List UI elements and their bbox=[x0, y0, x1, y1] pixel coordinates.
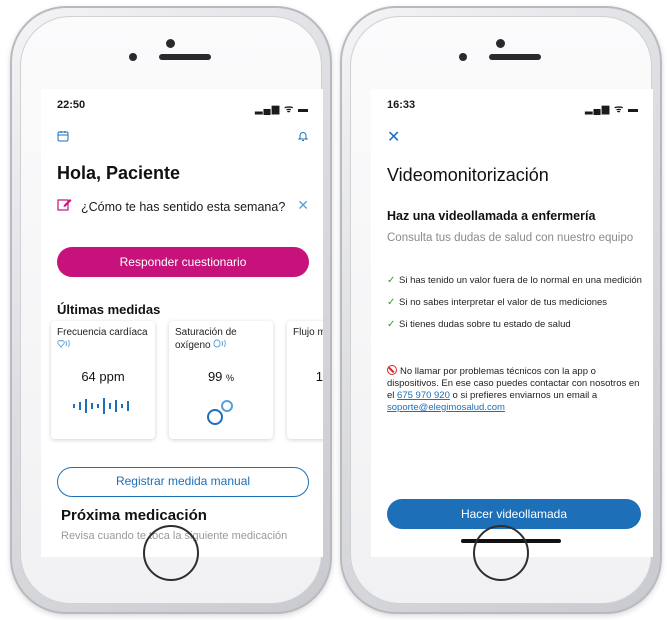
reasons-list: ✓ Si has tenido un valor fuera de lo norm… bbox=[387, 275, 647, 341]
peak-flow-card[interactable]: Flujo máx. 1 bbox=[287, 321, 323, 439]
latest-measures-title: Últimas medidas bbox=[57, 302, 161, 317]
list-item: ✓ Si no sabes interpretar el valor de tus… bbox=[387, 297, 608, 308]
status-icons: ▂▄▆ ᯤ ▬ bbox=[254, 104, 309, 115]
front-camera bbox=[129, 53, 137, 61]
next-medication-title: Próxima medicación bbox=[61, 507, 207, 524]
oxygen-saturation-card[interactable]: Saturación de oxígeno 99 % bbox=[169, 321, 273, 439]
weekly-question-text: ¿Cómo te has sentido esta semana? bbox=[81, 200, 286, 214]
prohibited-icon bbox=[387, 365, 397, 375]
phone-right-body: 16:33 ▂▄▆ ᯤ ▬ ✕ Videomonitorización Haz … bbox=[350, 16, 653, 604]
status-icons: ▂▄▆ ᯤ ▬ bbox=[584, 104, 639, 115]
video-monitoring-screen: 16:33 ▂▄▆ ᯤ ▬ ✕ Videomonitorización Haz … bbox=[371, 89, 653, 557]
calendar-icon[interactable] bbox=[57, 129, 69, 147]
technical-issues-warning: No llamar por problemas técnicos con la … bbox=[387, 365, 640, 413]
card-label: Frecuencia cardíaca bbox=[57, 327, 153, 352]
weekly-question: ¿Cómo te has sentido esta semana? bbox=[57, 199, 297, 215]
answer-questionnaire-button[interactable]: Responder cuestionario bbox=[57, 247, 309, 277]
oxygen-bubbles-icon bbox=[169, 397, 273, 432]
section-description: Consulta tus dudas de salud con nuestro … bbox=[387, 232, 634, 244]
oximeter-icon bbox=[213, 339, 229, 351]
close-icon[interactable]: ✕ bbox=[387, 127, 400, 147]
card-label: Flujo máx. bbox=[293, 327, 323, 338]
status-time: 22:50 bbox=[57, 99, 86, 111]
front-camera bbox=[459, 53, 467, 61]
heart-icon bbox=[57, 339, 73, 351]
check-icon: ✓ bbox=[387, 319, 396, 330]
section-subtitle: Haz una videollamada a enfermería bbox=[387, 209, 596, 223]
phone-right: 16:33 ▂▄▆ ᯤ ▬ ✕ Videomonitorización Haz … bbox=[340, 6, 662, 614]
speaker-grille bbox=[489, 54, 541, 60]
oxygen-saturation-value: 99 % bbox=[207, 369, 235, 384]
check-icon: ✓ bbox=[387, 275, 396, 286]
bell-icon[interactable] bbox=[297, 129, 309, 147]
phone-link[interactable]: 675 970 920 bbox=[397, 390, 450, 401]
heart-rate-value: 64 ppm bbox=[81, 369, 125, 384]
top-sensor bbox=[166, 39, 175, 48]
peak-flow-value: 1 bbox=[315, 369, 323, 384]
measures-carousel[interactable]: Frecuencia cardíaca 64 ppm Saturación de… bbox=[51, 321, 323, 447]
phone-left: 22:50 ▂▄▆ ᯤ ▬ Hola, Paciente ¿Cómo te ha… bbox=[10, 6, 332, 614]
home-button[interactable] bbox=[143, 525, 199, 581]
card-label: Saturación de oxígeno bbox=[175, 327, 237, 351]
phone-left-body: 22:50 ▂▄▆ ᯤ ▬ Hola, Paciente ¿Cómo te ha… bbox=[20, 16, 323, 604]
register-manual-measure-button[interactable]: Registrar medida manual bbox=[57, 467, 309, 497]
heart-rate-bars bbox=[51, 397, 155, 420]
speaker-grille bbox=[159, 54, 211, 60]
greeting-title: Hola, Paciente bbox=[57, 163, 181, 183]
close-icon[interactable]: ✕ bbox=[297, 197, 309, 214]
check-icon: ✓ bbox=[387, 297, 396, 308]
status-bar: 16:33 ▂▄▆ ᯤ ▬ bbox=[387, 99, 639, 115]
email-link[interactable]: soporte@elegimosalud.com bbox=[387, 402, 505, 413]
status-bar: 22:50 ▂▄▆ ᯤ ▬ bbox=[57, 99, 309, 115]
top-sensor bbox=[496, 39, 505, 48]
list-item: ✓ Si has tenido un valor fuera de lo norm… bbox=[387, 275, 642, 286]
page-title: Videomonitorización bbox=[387, 165, 549, 185]
heart-rate-card[interactable]: Frecuencia cardíaca 64 ppm bbox=[51, 321, 155, 439]
home-button[interactable] bbox=[473, 525, 529, 581]
home-screen: 22:50 ▂▄▆ ᯤ ▬ Hola, Paciente ¿Cómo te ha… bbox=[41, 89, 323, 557]
start-videocall-button[interactable]: Hacer videollamada bbox=[387, 499, 641, 529]
status-time: 16:33 bbox=[387, 99, 416, 111]
list-item: ✓ Si tienes dudas sobre tu estado de salu… bbox=[387, 319, 571, 330]
